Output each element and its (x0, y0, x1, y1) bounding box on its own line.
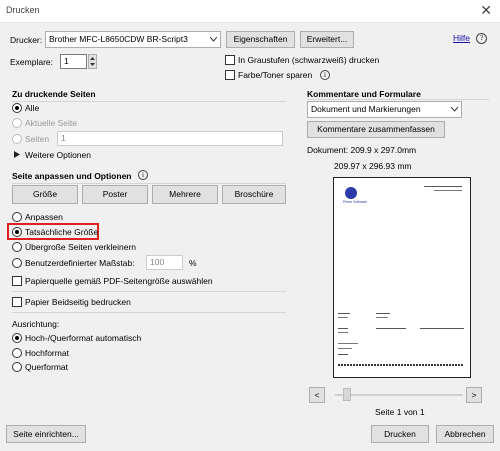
page-indicator: Seite 1 von 1 (375, 407, 425, 417)
logo-text: Prime Software (343, 200, 367, 204)
orientation-landscape-radio[interactable] (12, 362, 22, 372)
stepper-arrows-icon (90, 57, 95, 66)
print-dialog: Drucker: Brother MFC-L8650CDW BR-Script3… (0, 22, 500, 451)
size-button[interactable]: Größe (12, 185, 78, 204)
grayscale-checkbox[interactable] (225, 55, 235, 65)
preview-text-line (420, 328, 464, 329)
preview-text-line (338, 354, 348, 355)
advanced-button[interactable]: Erweitert... (300, 31, 354, 48)
pages-current-radio[interactable] (12, 118, 22, 128)
print-button[interactable]: Drucken (371, 425, 429, 443)
copies-stepper[interactable] (88, 54, 97, 69)
page-size: 209.97 x 296.93 mm (334, 161, 412, 171)
save-toner-label: Farbe/Toner sparen (238, 70, 313, 80)
comments-header: Kommentare und Formulare (307, 89, 421, 99)
pages-header: Zu druckende Seiten (12, 89, 96, 99)
properties-button[interactable]: Eigenschaften (226, 31, 295, 48)
save-toner-checkbox[interactable] (225, 70, 235, 80)
page-slider-handle[interactable] (343, 388, 351, 401)
divider (12, 183, 286, 184)
more-options-toggle[interactable]: Weitere Optionen (25, 150, 91, 160)
preview-text-line (338, 343, 358, 344)
paper-source-label: Papierquelle gemäß PDF-Seitengröße auswä… (25, 276, 213, 286)
grayscale-label: In Graustufen (schwarzweiß) drucken (238, 55, 380, 65)
preview-text-line (338, 348, 352, 349)
preview-text-line (376, 313, 390, 314)
pages-all-radio[interactable] (12, 103, 22, 113)
duplex-label: Papier Beidseitig bedrucken (25, 297, 131, 307)
divider (307, 99, 489, 100)
fit-radio[interactable] (12, 212, 22, 222)
scale-input[interactable]: 100 (146, 255, 183, 270)
pages-current-label: Aktuelle Seite (25, 118, 77, 128)
chevron-down-icon (451, 107, 458, 112)
booklet-button[interactable]: Broschüre (222, 185, 286, 204)
preview-text-line (338, 332, 348, 333)
copies-input[interactable]: 1 (60, 54, 87, 69)
chevron-down-icon (210, 37, 217, 42)
orientation-auto-label: Hoch-/Querformat automatisch (25, 333, 142, 343)
page-slider-track[interactable] (335, 394, 463, 396)
preview-text-line (338, 328, 348, 329)
divider (12, 101, 286, 102)
orientation-header: Ausrichtung: (12, 319, 60, 329)
close-icon[interactable]: ✕ (480, 2, 492, 19)
preview-text-line (338, 364, 464, 366)
preview-text-line (376, 328, 406, 329)
actual-size-radio[interactable] (12, 227, 22, 237)
copies-label: Exemplare: (10, 57, 53, 67)
shrink-label: Übergroße Seiten verkleinern (25, 242, 137, 252)
expand-arrow-icon[interactable] (14, 151, 20, 158)
poster-button[interactable]: Poster (82, 185, 148, 204)
orientation-landscape-label: Querformat (25, 362, 68, 372)
document-size: Dokument: 209.9 x 297.0mm (307, 145, 417, 155)
sizing-header: Seite anpassen und Optionen (12, 171, 132, 181)
pages-all-label: Alle (25, 103, 40, 113)
divider (12, 291, 286, 292)
pages-range-input[interactable]: 1 (57, 131, 283, 146)
multiple-button[interactable]: Mehrere (152, 185, 218, 204)
printer-label: Drucker: (10, 35, 43, 45)
shrink-radio[interactable] (12, 242, 22, 252)
sizing-info-icon[interactable]: i (138, 170, 148, 180)
help-link[interactable]: Hilfe (453, 33, 470, 43)
next-page-button[interactable]: > (466, 387, 482, 403)
pages-range-label: Seiten (25, 134, 50, 144)
custom-scale-label: Benutzerdefinierter Maßstab: (25, 258, 135, 268)
page-setup-button[interactable]: Seite einrichten... (6, 425, 86, 443)
pages-range-radio[interactable] (12, 134, 22, 144)
page-preview: Prime Software (333, 177, 471, 378)
divider (12, 312, 286, 313)
printer-select[interactable]: Brother MFC-L8650CDW BR-Script3 (45, 31, 221, 48)
preview-text-line (338, 317, 348, 318)
duplex-checkbox[interactable] (12, 297, 22, 307)
fit-label: Anpassen (25, 212, 63, 222)
cancel-button[interactable]: Abbrechen (436, 425, 494, 443)
comments-select[interactable]: Dokument und Markierungen (307, 101, 462, 118)
percent-label: % (189, 258, 197, 268)
orientation-auto-radio[interactable] (12, 333, 22, 343)
prev-page-button[interactable]: < (309, 387, 325, 403)
preview-text-line (424, 186, 462, 187)
summarize-comments-button[interactable]: Kommentare zusammenfassen (307, 121, 445, 138)
info-icon[interactable]: i (320, 70, 330, 80)
window-title: Drucken (6, 5, 40, 15)
comments-select-value: Dokument und Markierungen (311, 104, 421, 114)
orientation-portrait-radio[interactable] (12, 348, 22, 358)
actual-size-label: Tatsächliche Größe (25, 227, 99, 237)
preview-text-line (434, 190, 462, 191)
help-icon[interactable]: ? (476, 33, 487, 44)
title-bar: Drucken ✕ (0, 0, 500, 22)
orientation-portrait-label: Hochformat (25, 348, 69, 358)
logo-icon (345, 187, 357, 199)
preview-text-line (338, 313, 350, 314)
preview-text-line (376, 317, 388, 318)
printer-select-value: Brother MFC-L8650CDW BR-Script3 (49, 34, 188, 44)
custom-scale-radio[interactable] (12, 258, 22, 268)
paper-source-checkbox[interactable] (12, 276, 22, 286)
